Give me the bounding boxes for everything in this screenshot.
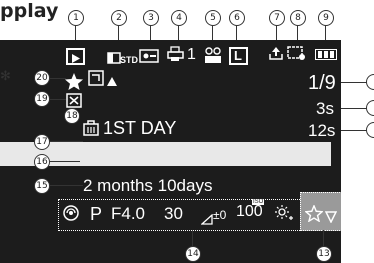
leader-line bbox=[50, 161, 80, 162]
picture-size-badge: L bbox=[229, 47, 248, 65]
callout-15: 15 bbox=[34, 178, 50, 194]
callout-3: 3 bbox=[143, 10, 159, 26]
playback-icon bbox=[66, 48, 85, 65]
favorite-star-icon bbox=[64, 72, 84, 95]
callout-18: 18 bbox=[64, 108, 80, 124]
battery-segment bbox=[330, 51, 334, 58]
leader-line bbox=[50, 99, 66, 100]
leader-line bbox=[323, 230, 324, 246]
callout-9: 9 bbox=[318, 10, 334, 26]
leader-line bbox=[50, 185, 83, 186]
exposure-compensation-icon bbox=[200, 210, 213, 229]
print-icon bbox=[167, 46, 185, 66]
leader-line bbox=[50, 141, 83, 142]
callout-13: 13 bbox=[316, 246, 332, 262]
upload-icon bbox=[268, 45, 284, 65]
camera-lcd-screen: STD 1 L 1/9 3s 12s 1ST DAY 2 months 10da… bbox=[0, 40, 374, 263]
card-transfer-icon bbox=[287, 46, 307, 65]
page-heading-fragment: pplay bbox=[0, 0, 59, 22]
callout-1: 1 bbox=[68, 10, 84, 26]
callout-5: 5 bbox=[205, 10, 221, 26]
intelligent-auto-icon bbox=[63, 205, 79, 225]
battery-segment bbox=[324, 51, 328, 58]
picture-size-label: L bbox=[234, 48, 242, 63]
scroll-down-button[interactable] bbox=[324, 208, 338, 227]
leader-line bbox=[341, 82, 369, 83]
recording-time-value: 12s bbox=[308, 121, 336, 140]
travel-date-icon bbox=[83, 120, 99, 140]
leader-line bbox=[50, 78, 66, 79]
rotate-display-icon bbox=[88, 70, 104, 90]
protect-icon bbox=[139, 48, 159, 67]
recording-mode-label: P bbox=[90, 204, 103, 224]
battery-segment bbox=[318, 51, 322, 58]
travel-day-label: 1ST DAY bbox=[103, 118, 177, 138]
image-counter: 1/9 bbox=[308, 72, 336, 94]
callout-17: 17 bbox=[34, 134, 50, 150]
leader-line bbox=[341, 108, 369, 109]
elapsed-recording-value: 3s bbox=[316, 99, 334, 118]
film-mode-icon bbox=[107, 49, 121, 68]
callout-2: 2 bbox=[111, 10, 127, 26]
star-marker-icon: ✻ bbox=[0, 69, 11, 84]
callout-20: 20 bbox=[34, 70, 50, 86]
iso-value: 100 bbox=[236, 203, 263, 220]
callout-4: 4 bbox=[171, 10, 187, 26]
leader-line bbox=[192, 230, 193, 246]
leader-line bbox=[341, 130, 369, 131]
face-recognition-icon bbox=[203, 46, 223, 68]
aperture-value: F4.0 bbox=[111, 204, 146, 223]
exposure-value: ±0 bbox=[213, 208, 227, 222]
warning-triangle-icon bbox=[106, 72, 118, 91]
favorite-button[interactable] bbox=[304, 204, 324, 226]
callout-16: 16 bbox=[34, 154, 50, 170]
white-balance-icon bbox=[274, 204, 294, 226]
callout-14: 14 bbox=[185, 246, 201, 262]
callout-6: 6 bbox=[229, 10, 245, 26]
age-elapsed-label: 2 months 10days bbox=[83, 176, 213, 195]
battery-icon bbox=[315, 49, 337, 60]
film-mode-label: STD bbox=[120, 55, 138, 65]
callout-8: 8 bbox=[290, 10, 306, 26]
shutter-speed-value: 30 bbox=[164, 204, 183, 223]
print-count: 1 bbox=[187, 46, 196, 63]
callout-7: 7 bbox=[269, 10, 285, 26]
callout-19: 19 bbox=[34, 91, 50, 107]
